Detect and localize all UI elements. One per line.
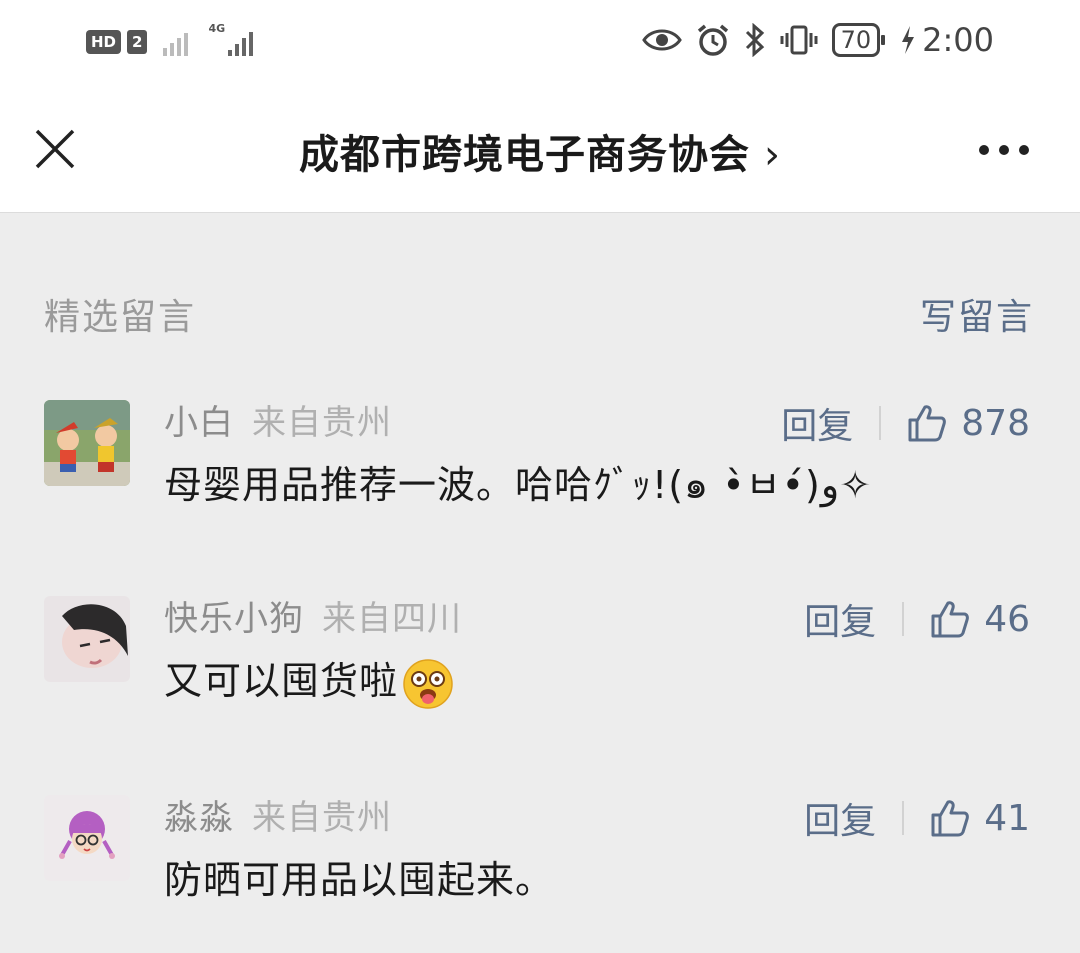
status-left: HD 2 4G — [86, 22, 254, 62]
divider — [902, 602, 905, 636]
commenter-name: 淼淼 — [164, 798, 234, 838]
comment-item: 淼淼 来自贵州 回复 41 防晒可用品以囤起来。 — [44, 795, 1030, 925]
signal-4g-icon: 4G — [208, 22, 254, 56]
comment-meta: 快乐小狗 来自四川 — [164, 596, 462, 642]
comment-text-body: 又可以囤货啦 — [164, 659, 399, 703]
avatar[interactable] — [44, 795, 130, 881]
comment-text: 又可以囤货啦 — [164, 654, 454, 710]
comment-meta: 小白 来自贵州 — [164, 400, 392, 446]
comment-text: 防晒可用品以囤起来。 — [164, 858, 555, 902]
page-title[interactable]: 成都市跨境电子商务协会 › — [0, 122, 1080, 180]
commenter-location: 来自四川 — [322, 599, 462, 639]
comment-actions: 回复 46 — [804, 593, 1030, 645]
thumbs-up-icon — [931, 601, 970, 638]
comment-meta: 淼淼 来自贵州 — [164, 795, 392, 841]
reply-button[interactable]: 回复 — [804, 593, 876, 645]
avatar-image — [44, 795, 130, 881]
like-button[interactable]: 878 — [907, 403, 1030, 444]
clock: 2:00 — [922, 21, 994, 59]
vibrate-icon — [780, 25, 818, 55]
comment-text: 母婴用品推荐一波。哈哈ｸﾞｯ!(๑ •̀ㅂ•́)و✧ — [164, 463, 872, 507]
status-right: 70 2:00 — [641, 18, 994, 62]
reply-button[interactable]: 回复 — [804, 792, 876, 844]
avatar[interactable] — [44, 400, 130, 486]
sim-badge: 2 — [127, 30, 148, 54]
like-count: 41 — [984, 797, 1030, 839]
avatar-image — [44, 400, 130, 486]
battery-level: 70 — [831, 23, 885, 57]
tongue-out-emoji-icon — [403, 658, 453, 709]
reply-button[interactable]: 回复 — [781, 397, 853, 449]
divider — [879, 406, 882, 440]
commenter-name: 小白 — [164, 403, 234, 443]
comment-actions: 回复 878 — [781, 397, 1030, 449]
thumbs-up-icon — [931, 800, 970, 837]
commenter-location: 来自贵州 — [252, 403, 392, 443]
net-type: 4G — [208, 22, 226, 35]
comment-item: 小白 来自贵州 回复 878 母婴用品推荐一波。哈哈ｸﾞｯ!(๑ •̀ㅂ•́)و✧ — [44, 400, 1030, 530]
avatar[interactable] — [44, 596, 130, 682]
comment-actions: 回复 41 — [804, 792, 1030, 844]
hd-badge: HD — [86, 30, 122, 54]
like-button[interactable]: 46 — [930, 599, 1030, 640]
write-comment-button[interactable]: 写留言 — [920, 288, 1034, 340]
thumbs-up-icon — [908, 405, 947, 442]
bluetooth-icon — [745, 23, 764, 57]
eye-icon — [641, 29, 682, 51]
page-title-text: 成都市跨境电子商务协会 — [299, 132, 750, 178]
signal-sim1-icon — [163, 28, 189, 56]
comment-item: 快乐小狗 来自四川 回复 46 又可以囤货啦 — [44, 596, 1030, 726]
like-count: 878 — [961, 402, 1030, 444]
divider — [902, 801, 905, 835]
commenter-location: 来自贵州 — [252, 798, 392, 838]
like-button[interactable]: 41 — [930, 798, 1030, 839]
alarm-icon — [697, 24, 728, 56]
commenter-name: 快乐小狗 — [164, 599, 304, 639]
like-count: 46 — [984, 598, 1030, 640]
nav-bar: 成都市跨境电子商务协会 › — [0, 84, 1080, 213]
more-icon[interactable] — [978, 144, 1030, 156]
charging-icon — [902, 26, 915, 54]
section-title: 精选留言 — [44, 297, 197, 338]
status-bar: HD 2 4G 70 2:00 — [0, 0, 1080, 84]
comments-header: 精选留言 写留言 — [44, 288, 1034, 338]
chevron-right-icon: › — [764, 132, 781, 178]
avatar-image — [44, 596, 130, 682]
